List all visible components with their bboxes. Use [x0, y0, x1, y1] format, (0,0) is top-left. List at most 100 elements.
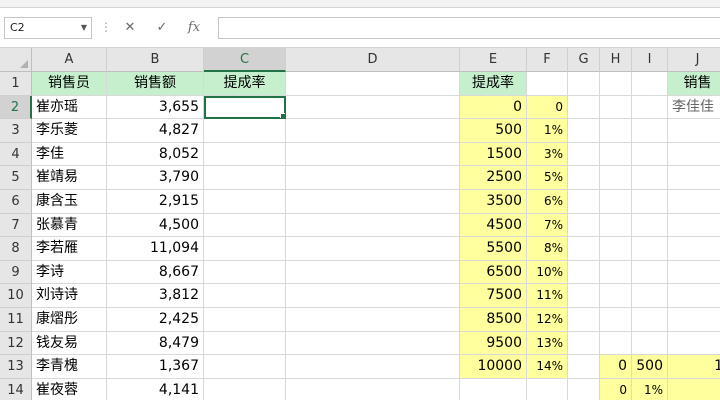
- cell-h13[interactable]: 0: [600, 355, 632, 379]
- cell[interactable]: [632, 166, 668, 190]
- column-header-f[interactable]: F: [527, 48, 568, 72]
- sales-amount-cell[interactable]: 3,655: [107, 95, 204, 120]
- cell[interactable]: [204, 331, 286, 356]
- column-header-b[interactable]: B: [107, 48, 204, 72]
- sales-amount-cell[interactable]: 8,667: [107, 260, 204, 285]
- rate-threshold-cell[interactable]: 9500: [460, 331, 527, 356]
- sales-amount-cell[interactable]: 2,915: [107, 190, 204, 214]
- rate-threshold-cell[interactable]: 2500: [460, 166, 527, 190]
- cell[interactable]: [600, 142, 632, 167]
- rate-threshold-cell[interactable]: 5500: [460, 237, 527, 261]
- cell[interactable]: [204, 260, 286, 285]
- cell[interactable]: [668, 119, 720, 143]
- formula-input[interactable]: [218, 17, 720, 39]
- salesperson-cell[interactable]: 李乐菱: [32, 119, 107, 143]
- row-header-3[interactable]: 3: [0, 119, 32, 143]
- cell[interactable]: [568, 119, 600, 143]
- select-all-button[interactable]: [0, 48, 32, 72]
- cell[interactable]: [668, 142, 720, 167]
- header-commission-rate[interactable]: 提成率: [204, 72, 286, 96]
- chevron-down-icon[interactable]: ▼: [81, 18, 87, 38]
- row-header-8[interactable]: 8: [0, 237, 32, 261]
- row-header-1[interactable]: 1: [0, 72, 32, 96]
- cell-i13[interactable]: 500: [632, 355, 668, 379]
- cell[interactable]: [286, 331, 460, 356]
- salesperson-cell[interactable]: 康含玉: [32, 190, 107, 214]
- cell[interactable]: [632, 213, 668, 238]
- row-header-4[interactable]: 4: [0, 142, 32, 167]
- salesperson-cell[interactable]: 崔夜蓉: [32, 378, 107, 400]
- rate-value-cell[interactable]: 13%: [527, 331, 568, 356]
- rate-threshold-cell[interactable]: 1500: [460, 142, 527, 167]
- rate-threshold-cell[interactable]: 3500: [460, 190, 527, 214]
- cell[interactable]: [286, 308, 460, 332]
- row-header-14[interactable]: 14: [0, 378, 32, 400]
- salesperson-cell[interactable]: 康熠彤: [32, 308, 107, 332]
- cell[interactable]: [632, 331, 668, 356]
- cell[interactable]: [600, 284, 632, 308]
- cell[interactable]: [600, 95, 632, 120]
- rate-value-cell[interactable]: 3%: [527, 142, 568, 167]
- rate-value-cell[interactable]: 14%: [527, 355, 568, 379]
- column-header-i[interactable]: I: [632, 48, 668, 72]
- salesperson-cell[interactable]: 崔靖易: [32, 166, 107, 190]
- cell[interactable]: [286, 260, 460, 285]
- cell[interactable]: [568, 331, 600, 356]
- sales-amount-cell[interactable]: 3,812: [107, 284, 204, 308]
- cell[interactable]: [286, 237, 460, 261]
- cell[interactable]: [568, 95, 600, 120]
- cell[interactable]: [632, 119, 668, 143]
- column-header-j[interactable]: J: [668, 48, 720, 72]
- cell[interactable]: [632, 237, 668, 261]
- cell[interactable]: [568, 190, 600, 214]
- column-header-d[interactable]: D: [286, 48, 460, 72]
- row-header-6[interactable]: 6: [0, 190, 32, 214]
- cell[interactable]: [286, 213, 460, 238]
- cell[interactable]: [668, 331, 720, 356]
- rate-threshold-cell[interactable]: 4500: [460, 213, 527, 238]
- cell[interactable]: [668, 190, 720, 214]
- row-header-9[interactable]: 9: [0, 260, 32, 285]
- rate-threshold-cell[interactable]: 0: [460, 95, 527, 120]
- rate-value-cell[interactable]: 5%: [527, 166, 568, 190]
- cell[interactable]: [600, 72, 632, 96]
- enter-icon[interactable]: ✓: [150, 17, 174, 39]
- cell[interactable]: [286, 95, 460, 120]
- sales-amount-cell[interactable]: 11,094: [107, 237, 204, 261]
- cell[interactable]: [568, 260, 600, 285]
- cell[interactable]: [460, 378, 527, 400]
- rate-threshold-cell[interactable]: 7500: [460, 284, 527, 308]
- cell[interactable]: [568, 237, 600, 261]
- header-salesperson[interactable]: 销售员: [32, 72, 107, 96]
- cell[interactable]: [286, 142, 460, 167]
- cell-j2[interactable]: 李佳佳: [668, 95, 720, 120]
- cell[interactable]: [632, 72, 668, 96]
- cell[interactable]: [204, 166, 286, 190]
- cell[interactable]: [632, 284, 668, 308]
- cell[interactable]: [568, 166, 600, 190]
- cell-i14[interactable]: 1%: [632, 378, 668, 400]
- insert-function-icon[interactable]: fx: [182, 17, 206, 39]
- salesperson-cell[interactable]: 刘诗诗: [32, 284, 107, 308]
- header-rate-table[interactable]: 提成率: [460, 72, 527, 96]
- row-header-11[interactable]: 11: [0, 308, 32, 332]
- rate-value-cell[interactable]: 11%: [527, 284, 568, 308]
- row-header-5[interactable]: 5: [0, 166, 32, 190]
- sales-amount-cell[interactable]: 8,052: [107, 142, 204, 167]
- sales-amount-cell[interactable]: 4,500: [107, 213, 204, 238]
- row-header-7[interactable]: 7: [0, 213, 32, 238]
- rate-value-cell[interactable]: 12%: [527, 308, 568, 332]
- column-header-c[interactable]: C: [204, 48, 286, 72]
- salesperson-cell[interactable]: 李诗: [32, 260, 107, 285]
- sales-amount-cell[interactable]: 3,790: [107, 166, 204, 190]
- column-header-e[interactable]: E: [460, 48, 527, 72]
- salesperson-cell[interactable]: 崔亦瑶: [32, 95, 107, 120]
- cell[interactable]: [600, 213, 632, 238]
- cell[interactable]: [204, 355, 286, 379]
- salesperson-cell[interactable]: 李佳: [32, 142, 107, 167]
- cell[interactable]: [632, 95, 668, 120]
- rate-value-cell[interactable]: 0: [527, 95, 568, 120]
- cell[interactable]: [632, 142, 668, 167]
- cell[interactable]: [668, 284, 720, 308]
- name-box[interactable]: C2 ▼: [4, 17, 92, 39]
